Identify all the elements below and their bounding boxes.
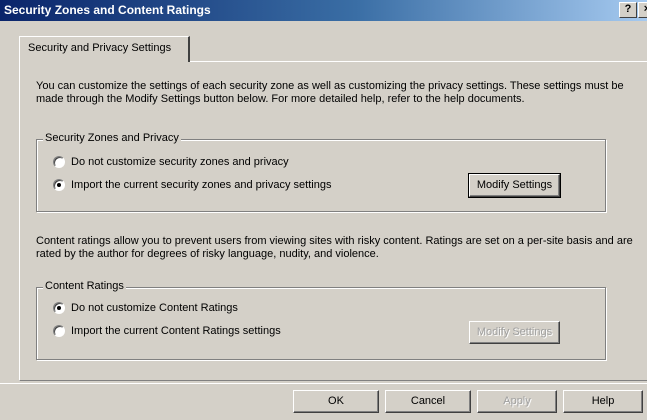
tab-security-privacy[interactable]: Security and Privacy Settings xyxy=(19,36,190,62)
help-icon[interactable]: ? xyxy=(619,2,637,18)
radio-button[interactable] xyxy=(53,325,65,337)
security-zones-legend: Security Zones and Privacy xyxy=(43,132,181,144)
modify-security-settings-button[interactable]: Modify Settings xyxy=(468,173,561,198)
radio-do-not-customize-security[interactable]: Do not customize security zones and priv… xyxy=(53,156,289,168)
cancel-button[interactable]: Cancel xyxy=(385,390,471,413)
modify-ratings-settings-button[interactable]: Modify Settings xyxy=(469,321,560,344)
radio-import-ratings[interactable]: Import the current Content Ratings setti… xyxy=(53,325,281,337)
apply-button[interactable]: Apply xyxy=(477,390,557,413)
content-ratings-group: Content Ratings Do not customize Content… xyxy=(36,280,606,360)
tab-label: Security and Privacy Settings xyxy=(28,42,172,54)
radio-import-security[interactable]: Import the current security zones and pr… xyxy=(53,179,331,191)
radio-button[interactable] xyxy=(53,179,65,191)
radio-do-not-customize-ratings[interactable]: Do not customize Content Ratings xyxy=(53,302,238,314)
radio-label: Import the current Content Ratings setti… xyxy=(71,325,281,337)
radio-label: Do not customize security zones and priv… xyxy=(71,156,289,168)
radio-label: Do not customize Content Ratings xyxy=(71,302,238,314)
radio-button[interactable] xyxy=(53,302,65,314)
footer-divider xyxy=(0,383,647,384)
close-icon[interactable]: × xyxy=(638,2,647,18)
window-title: Security Zones and Content Ratings xyxy=(4,3,211,17)
ok-button[interactable]: OK xyxy=(293,390,379,413)
ratings-text: Content ratings allow you to prevent use… xyxy=(36,235,633,260)
radio-label: Import the current security zones and pr… xyxy=(71,179,332,191)
security-zones-group: Security Zones and Privacy Do not custom… xyxy=(36,132,606,212)
help-button[interactable]: Help xyxy=(563,390,643,413)
intro-text: You can customize the settings of each s… xyxy=(36,80,624,105)
content-ratings-legend: Content Ratings xyxy=(43,280,126,292)
radio-button[interactable] xyxy=(53,156,65,168)
title-bar: Security Zones and Content Ratings ? × xyxy=(0,0,647,21)
